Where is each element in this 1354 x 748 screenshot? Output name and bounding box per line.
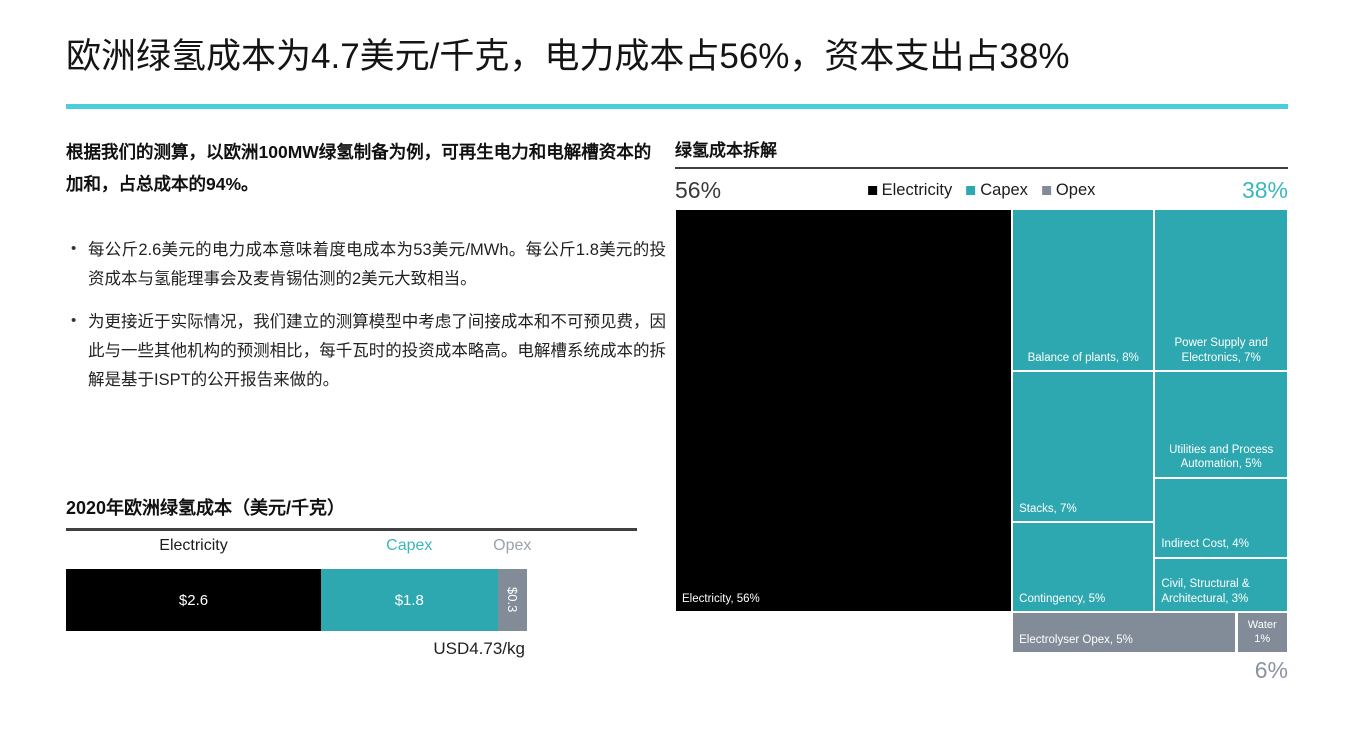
treemap-cell-label: Electrolyser Opex, 5% <box>1019 633 1133 646</box>
treemap-header: 56% Electricity Capex Opex 38% <box>675 173 1288 209</box>
legend-label: Capex <box>980 181 1028 199</box>
treemap-cell-label: Power Supply and Electronics, 7% <box>1174 337 1268 364</box>
treemap-cell-label: Electricity, 56% <box>682 592 760 605</box>
treemap-cell: Contingency, 5% <box>1012 522 1155 613</box>
stacked-bar-category-labels: Electricity Capex Opex <box>66 537 637 567</box>
chart-title-rule <box>66 528 637 531</box>
treemap-cell: Electricity, 56% <box>675 209 1013 613</box>
legend-swatch-icon <box>966 186 976 195</box>
list-item: • 每公斤2.6美元的电力成本意味着度电成本为53美元/MWh。每公斤1.8美元… <box>66 236 666 294</box>
bullet-marker-icon: • <box>71 311 77 329</box>
page-title: 欧洲绿氢成本为4.7美元/千克，电力成本占56%，资本支出占38% <box>66 37 1070 76</box>
treemap-opex-percent: 6% <box>1254 657 1288 683</box>
stacked-bar-track: $2.6 $1.8 $0.3 <box>66 569 527 631</box>
treemap-cell-label: Civil, Structural & Architectural, 3% <box>1161 578 1250 605</box>
stacked-bar-segment-capex: $1.8 <box>321 569 498 631</box>
stacked-bar-category-label-capex: Capex <box>386 537 433 554</box>
treemap-capex-percent: 38% <box>1241 177 1288 203</box>
list-item: • 为更接近于实际情况，我们建立的测算模型中考虑了间接成本和不可预见费，因此与一… <box>66 308 666 395</box>
stacked-bar-category-label-opex: Opex <box>493 537 532 554</box>
legend-item-electricity: Electricity <box>867 181 953 200</box>
treemap-cell: Stacks, 7% <box>1012 371 1155 522</box>
slide-root: 欧洲绿氢成本为4.7美元/千克，电力成本占56%，资本支出占38% 根据我们的测… <box>0 0 1354 748</box>
segment-value-label: $0.3 <box>504 587 520 613</box>
treemap-cell-label: Water 1% <box>1247 619 1277 646</box>
legend-label: Electricity <box>881 181 953 199</box>
chart-title: 2020年欧洲绿氢成本（美元/千克） <box>66 498 346 518</box>
treemap-cell: Indirect Cost, 4% <box>1154 477 1288 558</box>
bullet-list: • 每公斤2.6美元的电力成本意味着度电成本为53美元/MWh。每公斤1.8美元… <box>66 236 666 408</box>
treemap-cell: Power Supply and Electronics, 7% <box>1154 209 1288 372</box>
legend-label: Opex <box>1055 181 1096 199</box>
treemap-cell-label: Stacks, 7% <box>1019 502 1077 515</box>
treemap-cell-label: Indirect Cost, 4% <box>1161 538 1249 551</box>
stacked-bar-segment-opex: $0.3 <box>497 569 527 631</box>
treemap-cell: Balance of plants, 8% <box>1012 209 1155 372</box>
segment-value-label: $1.8 <box>394 591 424 609</box>
treemap-cell-label: Utilities and Process Automation, 5% <box>1169 443 1274 471</box>
treemap-legend: Electricity Capex Opex <box>867 181 1096 200</box>
stacked-bar-chart: 2020年欧洲绿氢成本（美元/千克） Electricity Capex Opex … <box>66 494 666 659</box>
treemap-electricity-percent: 56% <box>675 177 722 203</box>
treemap-cell-label: Contingency, 5% <box>1019 592 1106 605</box>
stacked-bar-segment-electricity: $2.6 <box>66 569 322 631</box>
treemap-cell: Water 1% <box>1236 612 1288 653</box>
list-item-text: 为更接近于实际情况，我们建立的测算模型中考虑了间接成本和不可预见费，因此与一些其… <box>88 312 666 389</box>
legend-swatch-icon <box>867 186 877 195</box>
treemap-title-rule <box>675 167 1288 169</box>
treemap-cell-label: Balance of plants, 8% <box>1027 351 1139 364</box>
treemap-cell: Civil, Structural & Architectural, 3% <box>1154 557 1288 613</box>
legend-swatch-icon <box>1041 186 1051 195</box>
treemap-title: 绿氢成本拆解 <box>675 141 777 160</box>
chart-total-label: USD4.73/kg <box>433 639 525 658</box>
treemap-cell: Utilities and Process Automation, 5% <box>1154 371 1288 478</box>
bullet-marker-icon: • <box>71 240 77 257</box>
treemap-cell: Electrolyser Opex, 5% <box>1012 612 1237 653</box>
list-item-text: 每公斤2.6美元的电力成本意味着度电成本为53美元/MWh。每公斤1.8美元的投… <box>88 241 666 288</box>
treemap-panel: 绿氢成本拆解 56% Electricity Capex Opex 38% Elec… <box>675 136 1290 684</box>
legend-item-opex: Opex <box>1041 181 1096 200</box>
lead-paragraph: 根据我们的测算，以欧洲100MW绿氢制备为例，可再生电力和电解槽资本的加和，占总… <box>66 142 652 195</box>
legend-item-capex: Capex <box>966 181 1028 200</box>
stacked-bar-category-label-electricity: Electricity <box>159 537 228 554</box>
treemap-plot-area: Electricity, 56% Balance of plants, 8% Pow… <box>675 209 1288 653</box>
segment-value-label: $2.6 <box>178 591 209 609</box>
title-underline-rule <box>66 104 1288 109</box>
